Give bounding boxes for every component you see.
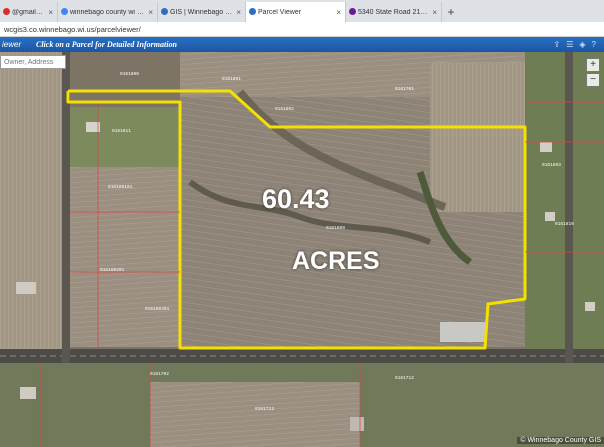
zoom-in-button[interactable]: +	[586, 58, 600, 72]
zoom-controls: + −	[586, 58, 600, 87]
map-copyright: © Winnebago County GIS	[517, 437, 604, 444]
house	[545, 212, 555, 221]
building	[16, 282, 36, 294]
parcel-viewer-favicon-icon	[249, 8, 256, 15]
close-icon[interactable]: ×	[236, 8, 241, 17]
building	[20, 387, 36, 399]
close-icon[interactable]: ×	[336, 8, 341, 17]
parcel-label: 0161810	[555, 222, 574, 227]
parcel-label: 0161803	[542, 163, 561, 168]
url-text[interactable]: wcgis3.co.winnebago.wi.us/parcelviewer/	[4, 25, 141, 34]
new-tab-button[interactable]: +	[442, 2, 460, 22]
layers-icon[interactable]: ◈	[579, 40, 585, 49]
building	[350, 417, 364, 431]
parcel-label: 0161712	[395, 376, 414, 381]
farmyard-west	[70, 107, 180, 167]
tab-label: GIS | Winnebago County	[170, 8, 232, 16]
field-west	[0, 52, 62, 352]
google-favicon-icon	[61, 8, 68, 15]
tab-label: 5340 State Road 21, Omro, WI 5	[358, 8, 428, 16]
parcel-label: 016180401	[145, 307, 170, 312]
acreage-unit: ACRES	[292, 247, 380, 275]
house	[540, 142, 552, 152]
field-south	[150, 382, 360, 447]
app-title: iewer	[2, 40, 22, 49]
tab-parcel-viewer[interactable]: Parcel Viewer ×	[246, 2, 346, 22]
acreage-value: 60.43	[262, 184, 330, 214]
tab-state-road-21[interactable]: 5340 State Road 21, Omro, WI 5 ×	[346, 2, 442, 22]
address-bar[interactable]: wcgis3.co.winnebago.wi.us/parcelviewer/	[0, 22, 604, 37]
parcel-search-input[interactable]	[0, 55, 66, 69]
tab-label: @gmail.cc	[12, 8, 45, 16]
parcel-label: 0161701	[395, 87, 414, 92]
field-northeast	[430, 62, 525, 212]
close-icon[interactable]: ×	[48, 8, 53, 17]
gmail-favicon-icon	[3, 8, 10, 15]
listing-favicon-icon	[349, 8, 356, 15]
house	[585, 302, 595, 311]
gis-favicon-icon	[161, 8, 168, 15]
menu-icon[interactable]: ☰	[566, 40, 573, 49]
close-icon[interactable]: ×	[432, 8, 437, 17]
tab-gis-winnebago[interactable]: GIS | Winnebago County ×	[158, 2, 246, 22]
farm-buildings	[440, 322, 485, 342]
parcel-label: 016180201	[100, 268, 125, 273]
share-icon[interactable]: ⇪	[554, 40, 561, 49]
tab-label: winnebago county wi - Google S	[70, 8, 144, 16]
parcel-label: 0161811	[112, 129, 131, 134]
parcel-label: 0161800	[120, 72, 139, 77]
parcel-label: 0161802	[275, 107, 294, 112]
zoom-out-button[interactable]: −	[586, 73, 600, 87]
app-header: iewer Click on a Parcel for Detailed Inf…	[0, 37, 604, 52]
close-icon[interactable]: ×	[148, 8, 153, 17]
app-toolbar: ⇪ ☰ ◈ ?	[554, 40, 596, 49]
browser-tab-bar: @gmail.cc × winnebago county wi - Google…	[0, 0, 604, 22]
parcel-label: 0161809	[326, 226, 345, 231]
parcel-label: 0161702	[150, 372, 169, 377]
parcel-label: 016180101	[108, 185, 133, 190]
parcel-label: 0161801	[222, 77, 241, 82]
tab-gmail[interactable]: @gmail.cc ×	[0, 2, 58, 22]
tab-label: Parcel Viewer	[258, 8, 302, 16]
tab-google-search[interactable]: winnebago county wi - Google S ×	[58, 2, 158, 22]
help-icon[interactable]: ?	[592, 40, 596, 49]
parcel-label: 0161713	[255, 407, 274, 412]
instruction-text: Click on a Parcel for Detailed Informati…	[36, 40, 177, 49]
